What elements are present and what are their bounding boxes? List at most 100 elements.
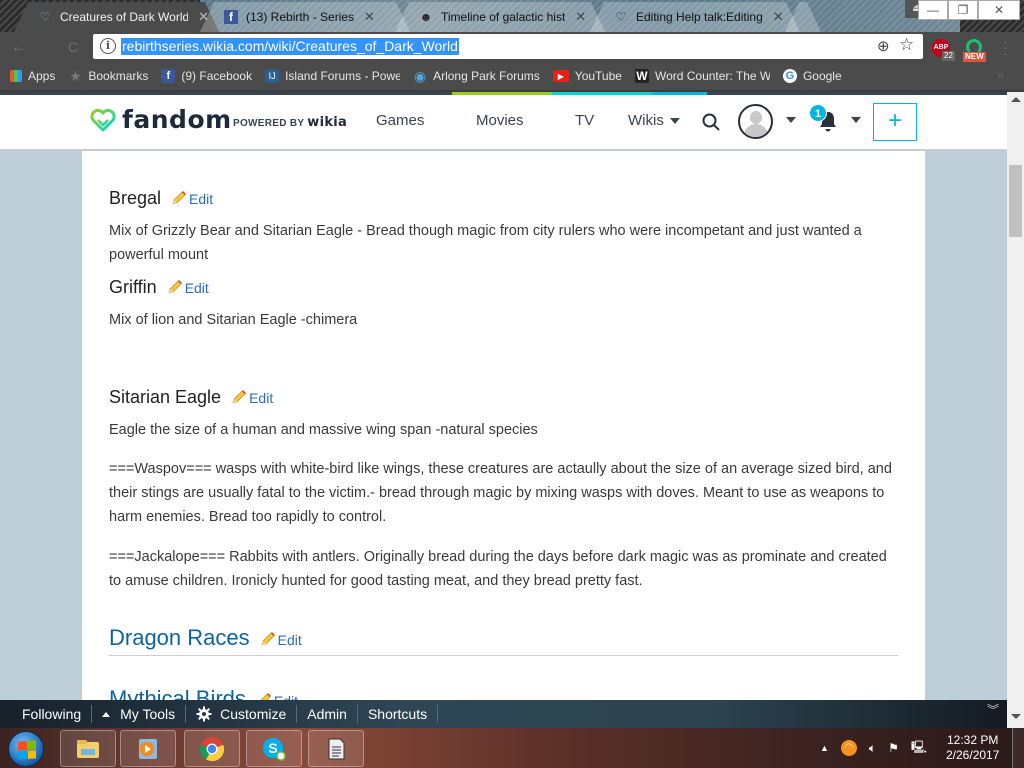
chevron-down-icon[interactable] [851,117,861,123]
action-center-flag-icon[interactable]: ⚑ [888,741,899,755]
chevron-down-icon[interactable] [786,117,796,123]
bookmark-label: (9) Facebook [181,69,253,83]
tab-timeline[interactable]: ☻ Timeline of galactic hist ✕ [395,2,605,32]
article-content: Bregal Edit Mix of Grizzly Bear and Sita… [82,151,925,700]
url-text[interactable]: rebirthseries.wikia.com/wiki/Creatures_o… [121,38,459,55]
bookmark-arlong-park[interactable]: ◉ Arlong Park Forums [413,69,540,83]
pencil-icon [172,191,187,205]
close-tab-icon[interactable]: ✕ [773,9,784,25]
fandom-logo[interactable]: fandom [90,105,232,134]
bookmark-label: Island Forums - Powe [285,69,401,83]
edit-section-link[interactable]: Edit [231,387,273,406]
network-icon[interactable]: 🖳︎ [911,738,927,759]
media-player-icon [139,738,157,759]
section-heading-sitarian-eagle: Sitarian Eagle Edit [109,387,273,408]
windows-taskbar: S ▲ ◠ 🔈︎ ⚑ 🖳︎ 12:32 PM 2/26/2017 [0,728,1024,768]
bookmark-word-counter[interactable]: W Word Counter: The W [634,69,770,83]
nav-wikis[interactable]: Wikis [628,112,680,129]
scroll-up-arrow[interactable] [1011,97,1021,102]
close-tab-icon[interactable]: ✕ [364,9,375,25]
bookmark-facebook[interactable]: f (9) Facebook [161,69,252,83]
info-icon[interactable]: i [100,38,116,54]
edit-label: Edit [277,632,302,648]
word-counter-icon: W [634,69,649,83]
bookmarks-overflow-button[interactable]: » [997,68,1004,82]
system-tray: ▲ ◠ 🔈︎ ⚑ 🖳︎ [820,728,939,768]
bookmark-youtube[interactable]: ▶ YouTube [552,69,622,83]
show-desktop-button[interactable] [1012,728,1024,768]
edit-section-link[interactable]: Edit [167,277,209,296]
nav-tv[interactable]: TV [575,112,594,129]
color-strip-segment [452,92,552,95]
taskbar-document-app[interactable] [308,730,364,767]
edit-section-link[interactable]: Edit [171,188,213,207]
adblock-count-badge: 22 [942,51,955,61]
avast-icon[interactable]: ◠ [840,740,857,756]
bookmark-island-forums[interactable]: IJ Island Forums - Powe [265,69,400,83]
toolbar-following[interactable]: Following [12,705,93,723]
fandom-heart-icon [90,108,116,131]
toolbar-shortcuts[interactable]: Shortcuts [358,705,439,723]
scroll-thumb[interactable] [1009,165,1022,237]
nav-movies[interactable]: Movies [476,112,524,129]
browser-menu-icon[interactable]: · · · [1003,34,1009,60]
toolbar-my-tools[interactable]: My Tools [92,705,187,723]
toolbar-label: Admin [307,706,347,722]
toolbar-admin[interactable]: Admin [297,705,358,723]
facebook-icon: f [224,10,238,24]
folder-icon [77,739,99,758]
user-avatar[interactable] [738,104,773,139]
bookmark-apps[interactable]: Apps [10,69,55,83]
taskbar-skype[interactable]: S [246,730,302,767]
collapse-toolbar-icon[interactable]: ︾ [987,704,999,716]
scroll-down-arrow[interactable] [1011,714,1021,719]
color-strip-segment [552,92,652,95]
tab-editing-help[interactable]: ♡ Editing Help talk:Editing ✕ [590,2,800,32]
section-heading-griffin: Griffin Edit [109,277,209,298]
taskbar-media-player[interactable] [120,730,176,767]
powered-by-wikia[interactable]: POWERED BY wikia [233,115,347,130]
nav-games[interactable]: Games [376,112,424,129]
windows-logo-icon [18,740,36,760]
restore-button[interactable]: ❐ [948,0,978,20]
toolbar-customize[interactable]: Customize [186,705,298,723]
back-button[interactable]: ← [8,37,30,57]
section-heading-mythical-birds: Mythical Birds Edit [109,686,298,700]
system-clock[interactable]: 12:32 PM 2/26/2017 [946,733,999,763]
tab-strip: ♡ Creatures of Dark World ✕ f (13) Rebir… [0,0,1024,32]
close-window-button[interactable]: ✕ [978,0,1020,20]
zoom-icon[interactable]: ⊕ [877,37,890,55]
skype-icon: S [263,737,286,761]
heading-text: Bregal [109,188,162,208]
clock-time: 12:32 PM [947,733,999,747]
volume-icon[interactable]: 🔈︎ [869,741,876,756]
arlong-park-icon: ◉ [413,68,427,84]
paragraph-waspov: ===Waspov=== wasps with white-bird like … [109,461,892,525]
extension-new-badge: NEW [963,52,986,62]
edit-section-link[interactable]: Edit [256,690,298,700]
chevron-down-icon [669,118,680,125]
bookmark-label: Bookmarks [88,69,149,83]
paragraph-jackalope: ===Jackalope=== Rabbits with antlers. Or… [109,549,887,589]
taskbar-explorer[interactable] [60,730,116,767]
section-body: Mix of lion and Sitarian Eagle -chimera [109,312,358,328]
edit-label: Edit [184,280,209,296]
fandom-wordmark: fandom [122,105,232,134]
bookmark-folder[interactable]: ★ Bookmarks [68,69,148,83]
taskbar-chrome[interactable] [184,730,240,767]
show-hidden-icons-icon[interactable]: ▲ [820,743,829,753]
bookmark-google[interactable]: G Google [782,69,842,83]
tab-creatures-of-dark-world[interactable]: ♡ Creatures of Dark World ✕ [14,2,219,32]
edit-section-link[interactable]: Edit [260,629,302,648]
close-tab-icon[interactable]: ✕ [575,9,586,25]
add-button[interactable]: + [873,103,917,141]
reload-button[interactable]: C [62,37,84,57]
start-button[interactable] [8,731,44,767]
search-icon[interactable] [701,112,721,132]
page-scrollbar[interactable] [1007,92,1024,728]
tab-rebirth-series[interactable]: f (13) Rebirth - Series ✕ [200,2,410,32]
minimize-button[interactable]: — [918,0,948,20]
bookmark-star-icon[interactable]: ☆ [899,35,914,55]
section-heading-bregal: Bregal Edit [109,188,213,209]
color-strip [0,92,1007,95]
